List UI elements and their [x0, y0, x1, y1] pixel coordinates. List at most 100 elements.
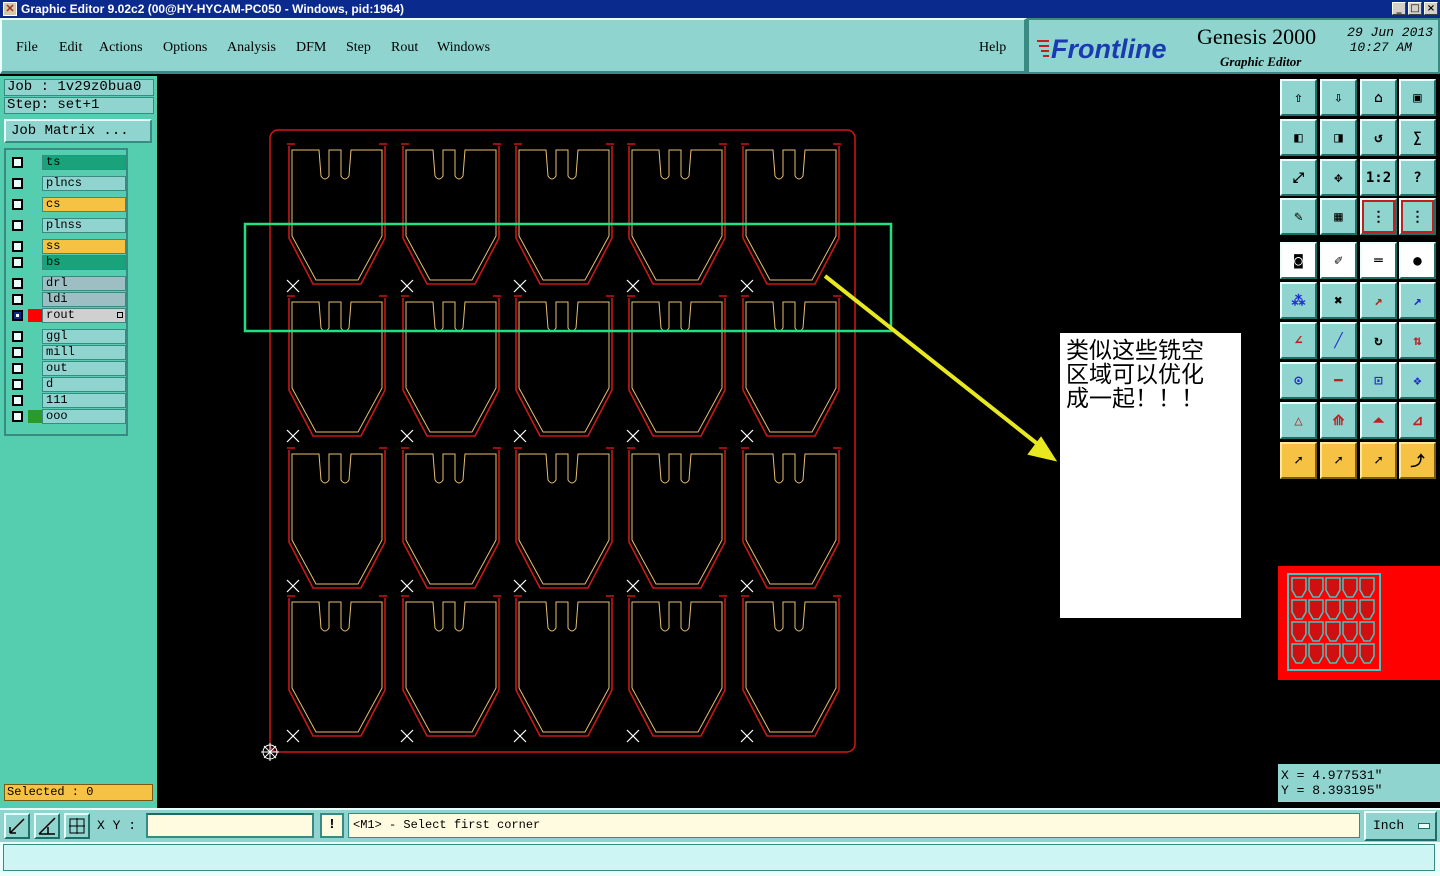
close-button[interactable]: × — [1424, 2, 1438, 15]
layer-checkbox[interactable] — [12, 363, 23, 374]
cross-icon[interactable]: ✖ — [1320, 282, 1357, 319]
layer-row-drl[interactable]: drl — [8, 276, 126, 291]
minimap[interactable] — [1278, 566, 1440, 680]
settings-icon[interactable]: ✎ — [1280, 198, 1317, 235]
layer-row-bs[interactable]: bs — [8, 255, 126, 270]
menu-edit[interactable]: Edit — [59, 40, 82, 56]
triangle-box-icon[interactable]: ⏶ — [1360, 402, 1397, 439]
layer-name[interactable]: drl — [42, 276, 126, 291]
group-icon[interactable]: ❖ — [1399, 362, 1436, 399]
layer-name[interactable]: plnss — [42, 218, 126, 233]
grid-icon[interactable]: ▦ — [1320, 198, 1357, 235]
home-icon[interactable]: ⌂ — [1360, 79, 1397, 116]
layer-checkbox[interactable] — [12, 157, 23, 168]
layer-row-mill[interactable]: mill — [8, 345, 126, 360]
layer-name[interactable]: out — [42, 361, 126, 376]
help-icon[interactable]: ? — [1399, 159, 1436, 196]
line-add-icon[interactable]: ↗ — [1360, 282, 1397, 319]
fit-view-icon[interactable]: ⤢ — [1280, 159, 1317, 196]
triangle-cross-icon[interactable]: ⊿ — [1399, 402, 1436, 439]
menu-dfm[interactable]: DFM — [296, 40, 326, 56]
layer-name[interactable]: ldi — [42, 292, 126, 307]
layer-checkbox[interactable] — [12, 241, 23, 252]
xy-input[interactable] — [146, 813, 314, 838]
layer-checkbox[interactable] — [12, 178, 23, 189]
layer-checkbox[interactable] — [12, 310, 23, 321]
select-box-icon[interactable]: ➚ — [1320, 442, 1357, 479]
step-up-icon[interactable]: ⇧ — [1280, 79, 1317, 116]
layer-row-cs[interactable]: cs — [8, 197, 126, 212]
layer-options-icon[interactable] — [117, 312, 123, 318]
triangle-icon[interactable]: △ — [1280, 402, 1317, 439]
layer-checkbox[interactable] — [12, 278, 23, 289]
layers-alt-icon[interactable]: ⋮ — [1399, 198, 1436, 235]
one-to-one-icon[interactable]: 1:2 — [1360, 159, 1397, 196]
move-icon[interactable]: ⊙ — [1280, 362, 1317, 399]
layer-checkbox[interactable] — [12, 347, 23, 358]
layers-red-icon[interactable]: ⋮ — [1360, 198, 1397, 235]
unit-dropdown[interactable]: Inch — [1364, 811, 1437, 841]
ruler-icon[interactable]: ═ — [1360, 242, 1397, 279]
line-arrow-icon[interactable]: ↗ — [1399, 282, 1436, 319]
layer-row-plnss[interactable]: plnss — [8, 218, 126, 233]
layer-name[interactable]: rout — [42, 308, 126, 323]
pan-left-icon[interactable]: ◧ — [1280, 119, 1317, 156]
layer-name[interactable]: ggl — [42, 329, 126, 344]
zoom-center-icon[interactable]: ✥ — [1320, 159, 1357, 196]
select-frame-icon[interactable]: ➚ — [1360, 442, 1397, 479]
snapshot-icon[interactable]: ◙ — [1280, 242, 1317, 279]
measure-icon[interactable]: ⊡ — [1360, 362, 1397, 399]
layer-name[interactable]: d — [42, 377, 126, 392]
exclamation-button[interactable]: ! — [320, 813, 344, 838]
layer-row-111[interactable]: 111 — [8, 393, 126, 408]
layer-checkbox[interactable] — [12, 331, 23, 342]
menu-step[interactable]: Step — [346, 40, 371, 56]
layer-row-ggl[interactable]: ggl — [8, 329, 126, 344]
step-down-icon[interactable]: ⇩ — [1320, 79, 1357, 116]
grid-snap-icon[interactable] — [64, 813, 90, 839]
pan-right-icon[interactable]: ◨ — [1320, 119, 1357, 156]
select-icon[interactable]: ➚ — [1280, 442, 1317, 479]
pencil-icon[interactable]: ✐ — [1320, 242, 1357, 279]
menu-help[interactable]: Help — [979, 40, 1006, 56]
menu-rout[interactable]: Rout — [391, 40, 418, 56]
layer-checkbox[interactable] — [12, 257, 23, 268]
layer-row-ldi[interactable]: ldi — [8, 292, 126, 307]
layer-row-d[interactable]: d — [8, 377, 126, 392]
layer-checkbox[interactable] — [12, 199, 23, 210]
select-net-icon[interactable]: ⤴ — [1399, 442, 1436, 479]
layer-name[interactable]: ss — [42, 239, 126, 254]
graphic-canvas[interactable]: 类似这些铣空 区域可以优化 成一起！！！ — [157, 76, 1277, 808]
layer-row-ooo[interactable]: ooo — [8, 409, 126, 424]
arc-icon[interactable]: ↻ — [1360, 322, 1397, 359]
window-icon[interactable]: ▣ — [1399, 79, 1436, 116]
minimize-button[interactable]: _ — [1392, 2, 1406, 15]
triangle-arrow-icon[interactable]: ⟰ — [1320, 402, 1357, 439]
slope-icon[interactable]: ╱ — [1320, 322, 1357, 359]
menu-file[interactable]: File — [16, 40, 38, 56]
layer-row-ss[interactable]: ss — [8, 239, 126, 254]
connect-icon[interactable]: ⁂ — [1280, 282, 1317, 319]
layer-checkbox[interactable] — [12, 220, 23, 231]
layer-name[interactable]: mill — [42, 345, 126, 360]
layer-name[interactable]: plncs — [42, 176, 126, 191]
layer-name[interactable]: ooo — [42, 409, 126, 424]
layer-name[interactable]: cs — [42, 197, 126, 212]
split-icon[interactable]: ⇅ — [1399, 322, 1436, 359]
undo-zoom-icon[interactable]: ↺ — [1360, 119, 1397, 156]
pad-icon[interactable]: ● — [1399, 242, 1436, 279]
layer-checkbox[interactable] — [12, 294, 23, 305]
mirror-icon[interactable]: ∑ — [1399, 119, 1436, 156]
job-matrix-button[interactable]: Job Matrix ... — [4, 119, 152, 143]
layer-row-rout[interactable]: rout — [8, 308, 126, 323]
maximize-button[interactable]: □ — [1408, 2, 1422, 15]
minus-icon[interactable]: ━ — [1320, 362, 1357, 399]
layer-row-out[interactable]: out — [8, 361, 126, 376]
menu-analysis[interactable]: Analysis — [227, 40, 276, 56]
layer-checkbox[interactable] — [12, 395, 23, 406]
layer-row-ts[interactable]: ts — [8, 155, 126, 170]
layer-name[interactable]: bs — [42, 255, 126, 270]
layer-row-plncs[interactable]: plncs — [8, 176, 126, 191]
menu-options[interactable]: Options — [163, 40, 207, 56]
menu-actions[interactable]: Actions — [99, 40, 143, 56]
